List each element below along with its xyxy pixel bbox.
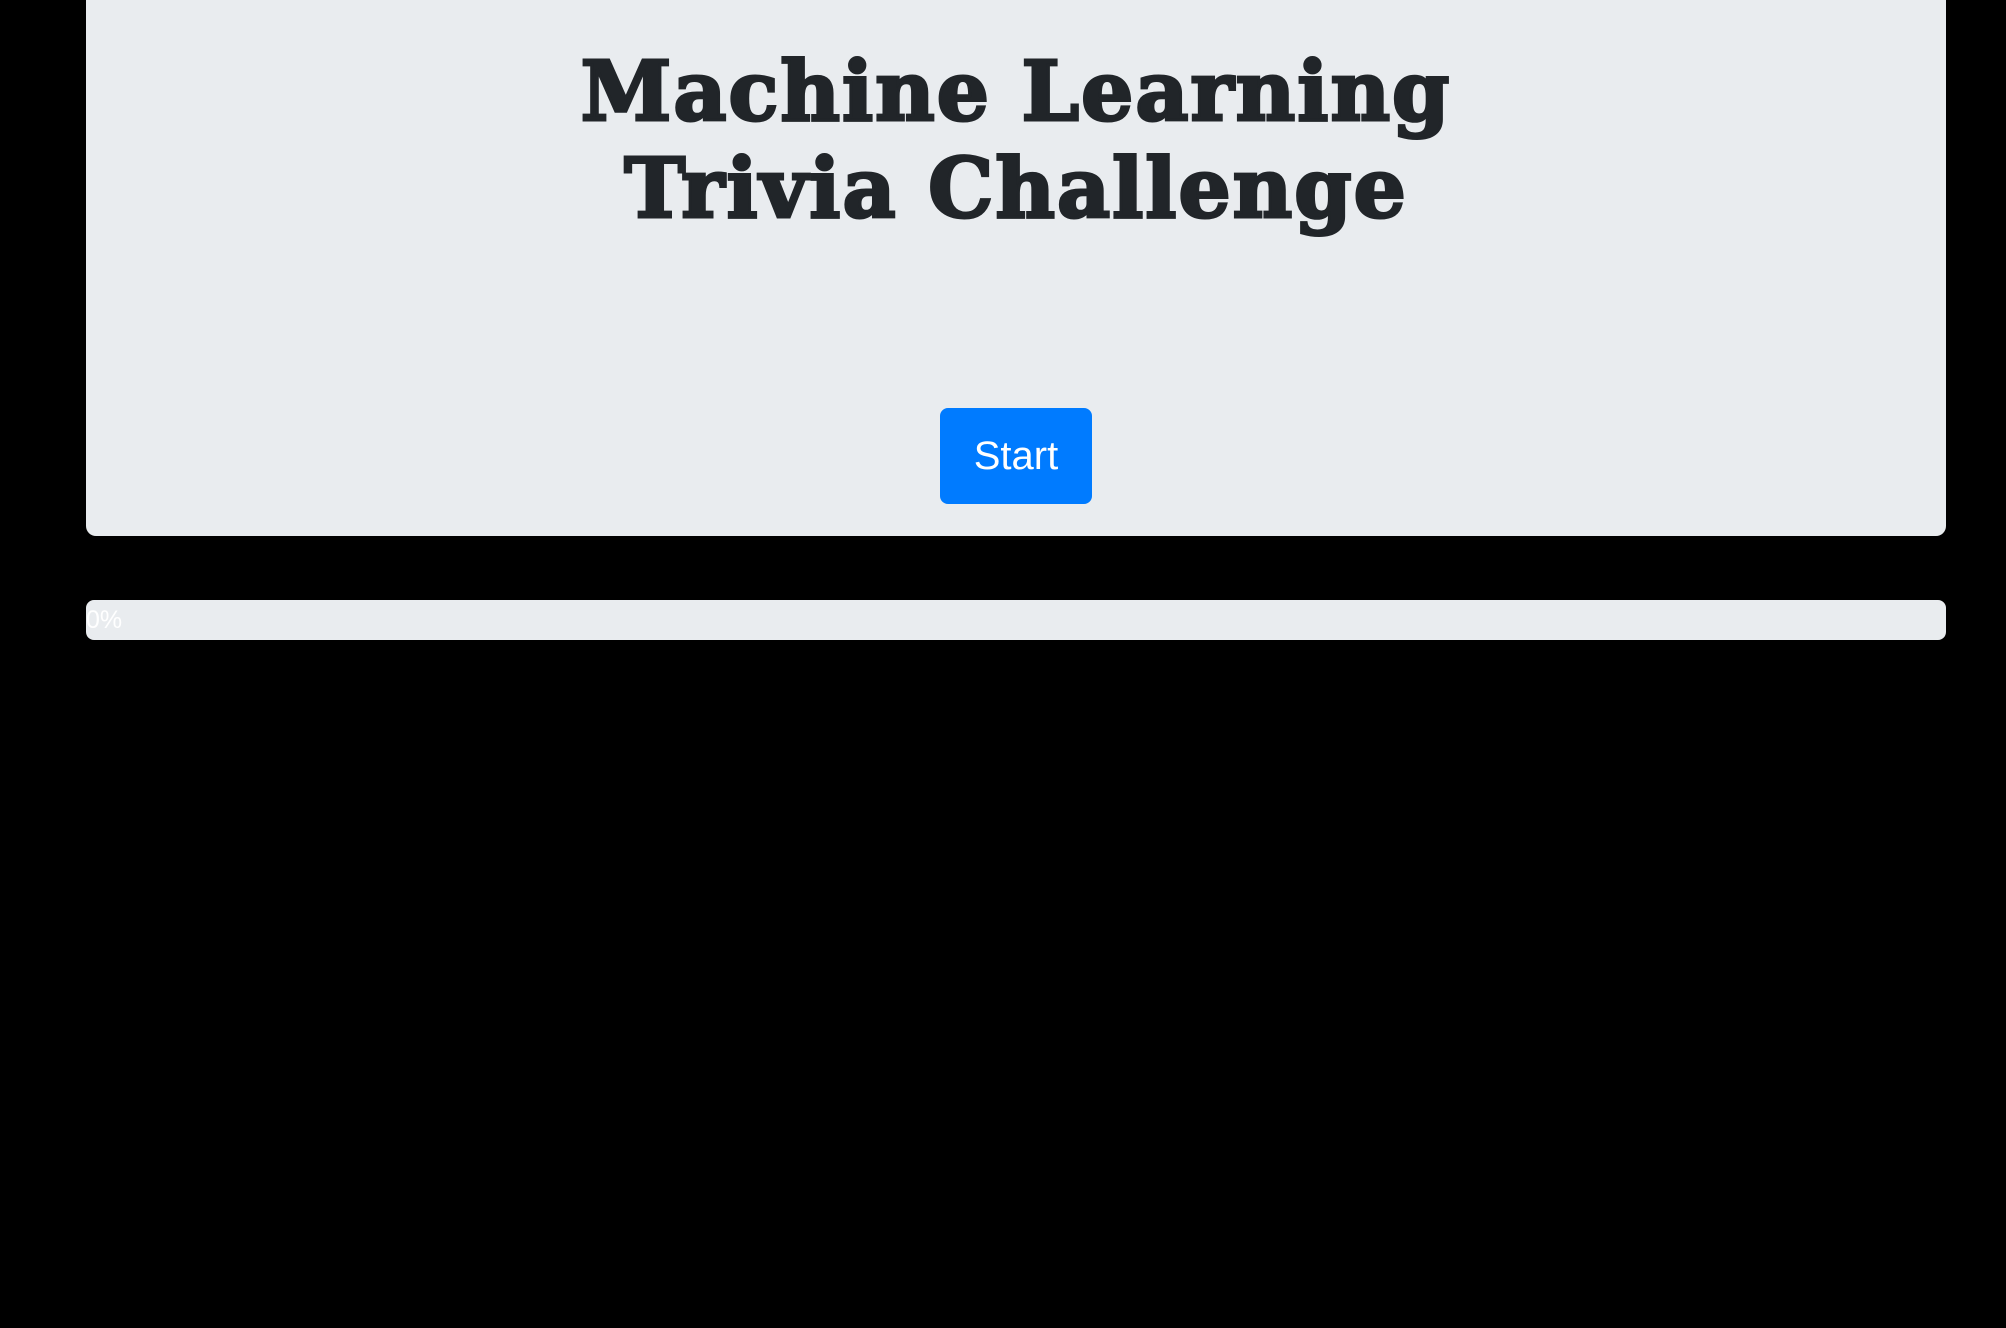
progress-bar-track: 0%: [86, 600, 1946, 640]
progress-label: 0%: [86, 606, 123, 634]
header-panel: Machine Learning Trivia Challenge Start: [86, 0, 1946, 536]
page-title: Machine Learning Trivia Challenge: [579, 43, 1452, 239]
start-button[interactable]: Start: [940, 408, 1092, 504]
